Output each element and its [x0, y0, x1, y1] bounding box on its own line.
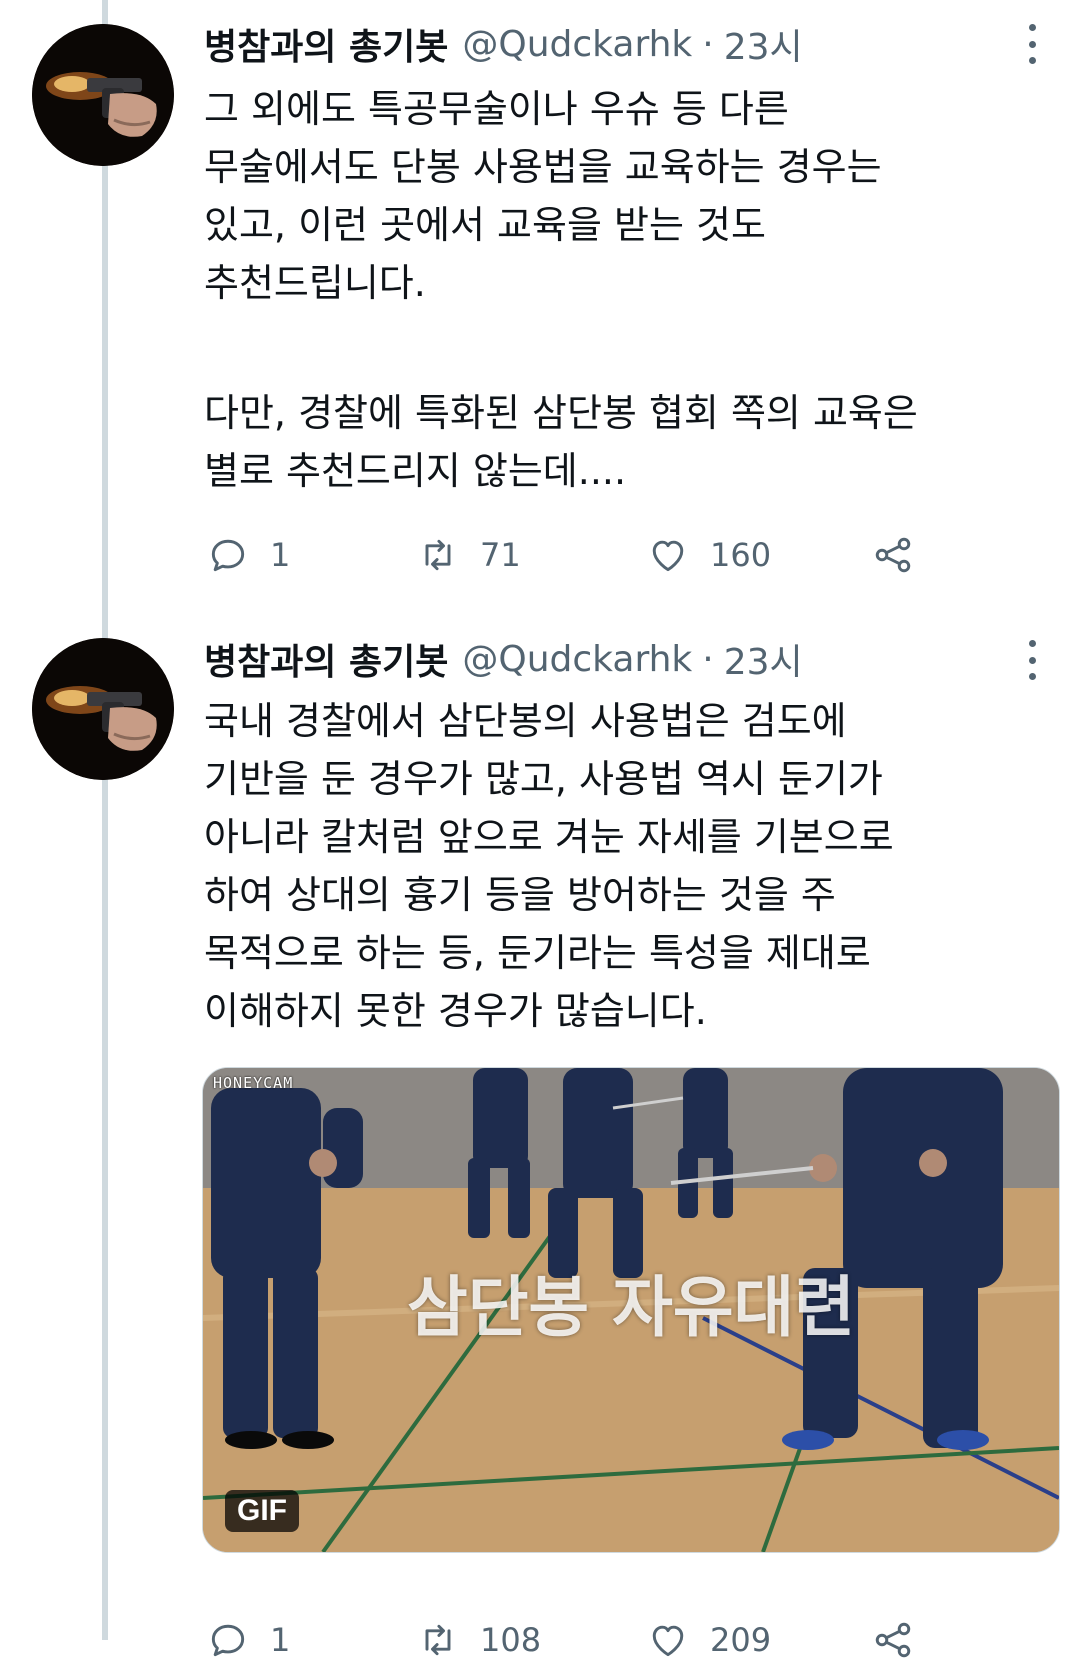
reply-count: 1 [270, 536, 291, 574]
author-handle[interactable]: @Qudckarhk [462, 24, 692, 65]
reply-button[interactable]: 1 [206, 530, 290, 580]
more-icon[interactable] [1024, 24, 1040, 64]
author-name[interactable]: 병참과의 총기봇 [204, 633, 448, 685]
gif-watermark: HONEYCAM [213, 1074, 294, 1092]
like-count: 209 [710, 1621, 772, 1659]
tweet-actions: 1 71 160 [206, 530, 911, 580]
share-icon [875, 1622, 911, 1658]
tweet-text-line: 다만, 경찰에 특화된 삼단봉 협회 쪽의 교육은 [204, 391, 918, 435]
tweet-actions: 1 108 209 [206, 1615, 911, 1665]
tweet-text-line: 그 외에도 특공무술이나 우슈 등 다른 [204, 87, 789, 131]
tweet-header: 병참과의 총기봇 @Qudckarhk · 23시 [204, 18, 803, 70]
like-count: 160 [710, 536, 772, 574]
avatar-image [32, 24, 174, 166]
retweet-count: 108 [480, 1621, 542, 1659]
paragraph-break [204, 312, 1054, 384]
share-button[interactable] [871, 1615, 915, 1665]
retweet-icon [425, 1624, 451, 1656]
timestamp[interactable]: 23시 [724, 18, 803, 70]
gif-caption: 삼단봉 자유대련 [406, 1269, 856, 1346]
author-name[interactable]: 병참과의 총기봇 [204, 18, 448, 70]
tweet-text-line: 이해하지 못한 경우가 많습니다. [204, 989, 707, 1033]
author-handle[interactable]: @Qudckarhk [462, 639, 692, 680]
like-button[interactable]: 160 [646, 530, 771, 580]
tweet-text: 그 외에도 특공무술이나 우슈 등 다른 무술에서도 단봉 사용법을 교육하는 … [204, 80, 1054, 500]
reply-button[interactable]: 1 [206, 1615, 290, 1665]
more-icon[interactable] [1024, 640, 1040, 680]
tweet-header: 병참과의 총기봇 @Qudckarhk · 23시 [204, 633, 803, 685]
tweet-text: 국내 경찰에서 삼단봉의 사용법은 검도에 기반을 둔 경우가 많고, 사용법 … [204, 692, 1054, 1040]
heart-icon [652, 1625, 684, 1657]
tweet-text-line: 추천드립니다. [204, 261, 426, 305]
retweet-count: 71 [480, 536, 521, 574]
share-icon [875, 537, 911, 573]
retweet-button[interactable]: 108 [416, 1615, 541, 1665]
tweet-text-line: 목적으로 하는 등, 둔기라는 특성을 제대로 [204, 931, 871, 975]
reply-icon [211, 1624, 245, 1657]
tweet-text-line: 국내 경찰에서 삼단봉의 사용법은 검도에 [204, 699, 847, 743]
avatar-image [32, 638, 174, 780]
reply-icon [211, 539, 245, 572]
tweet-2[interactable]: 병참과의 총기봇 @Qudckarhk · 23시 국내 경찰에서 삼단봉의 사… [0, 610, 1080, 1659]
tweet-1[interactable]: 병참과의 총기봇 @Qudckarhk · 23시 그 외에도 특공무술이나 우… [0, 0, 1080, 600]
share-button[interactable] [871, 530, 915, 580]
tweet-text-line: 있고, 이런 곳에서 교육을 받는 것도 [204, 203, 766, 247]
avatar[interactable] [32, 638, 174, 780]
tweet-text-line: 아니라 칼처럼 앞으로 겨눈 자세를 기본으로 [204, 815, 894, 859]
tweet-text-line: 별로 추천드리지 않는데.... [204, 449, 627, 493]
gif-badge[interactable]: GIF [225, 1490, 299, 1532]
tweet-text-line: 하여 상대의 흉기 등을 방어하는 것을 주 [204, 873, 836, 917]
avatar[interactable] [32, 24, 174, 166]
heart-icon [652, 540, 684, 572]
header-separator: · [702, 23, 714, 65]
retweet-button[interactable]: 71 [416, 530, 521, 580]
retweet-icon [425, 539, 451, 571]
tweet-text-line: 기반을 둔 경우가 많고, 사용법 역시 둔기가 [204, 757, 883, 801]
reply-count: 1 [270, 1621, 291, 1659]
timestamp[interactable]: 23시 [724, 633, 803, 685]
tweet-gif-media[interactable]: HONEYCAM 삼단봉 자유대련 GIF [202, 1067, 1060, 1553]
header-separator: · [702, 638, 714, 680]
tweet-text-line: 무술에서도 단봉 사용법을 교육하는 경우는 [204, 145, 882, 189]
like-button[interactable]: 209 [646, 1615, 771, 1665]
